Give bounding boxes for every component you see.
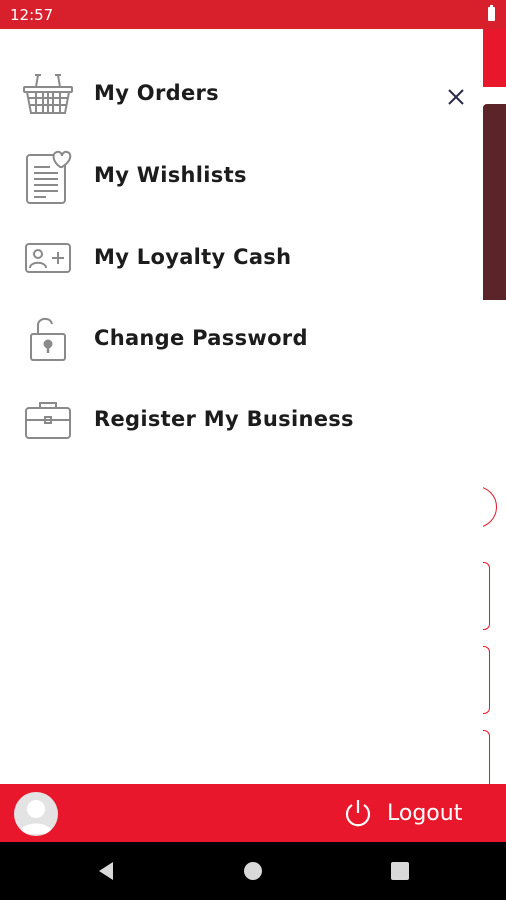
background-header-strip — [481, 29, 506, 87]
menu-item-my-orders[interactable]: My Orders — [0, 52, 483, 134]
background-banner-image — [483, 104, 506, 300]
menu-item-label: Change Password — [94, 326, 308, 350]
menu-item-label: My Wishlists — [94, 163, 247, 187]
recents-button[interactable] — [389, 860, 411, 886]
home-circle-icon — [244, 862, 262, 880]
system-navigation-bar — [0, 842, 506, 900]
menu-item-change-password[interactable]: Change Password — [0, 297, 483, 379]
back-triangle-icon — [99, 862, 113, 880]
home-button[interactable] — [242, 860, 264, 886]
drawer-footer: Logout — [0, 784, 506, 842]
user-icon — [19, 800, 53, 834]
navigation-drawer: My Orders My Wishlists My Loyalty Cash C… — [0, 29, 483, 784]
unlock-icon — [22, 312, 74, 364]
status-bar: 12:57 — [0, 0, 506, 29]
menu-item-my-loyalty-cash[interactable]: My Loyalty Cash — [0, 216, 483, 298]
menu-item-label: Register My Business — [94, 407, 354, 431]
battery-icon — [488, 5, 495, 21]
back-button[interactable] — [95, 860, 117, 886]
basket-icon — [22, 67, 74, 119]
status-time: 12:57 — [10, 6, 54, 24]
logout-button[interactable]: Logout — [342, 797, 462, 829]
power-icon — [345, 800, 371, 827]
avatar[interactable] — [14, 792, 58, 836]
briefcase-icon — [22, 393, 74, 445]
menu-item-label: My Orders — [94, 81, 219, 105]
recents-square-icon — [391, 862, 409, 880]
menu-item-my-wishlists[interactable]: My Wishlists — [0, 134, 483, 216]
loyalty-card-icon — [22, 231, 74, 283]
menu-item-label: My Loyalty Cash — [94, 245, 292, 269]
wishlist-icon — [22, 149, 74, 204]
menu-item-register-my-business[interactable]: Register My Business — [0, 378, 483, 460]
logout-label: Logout — [387, 800, 463, 826]
